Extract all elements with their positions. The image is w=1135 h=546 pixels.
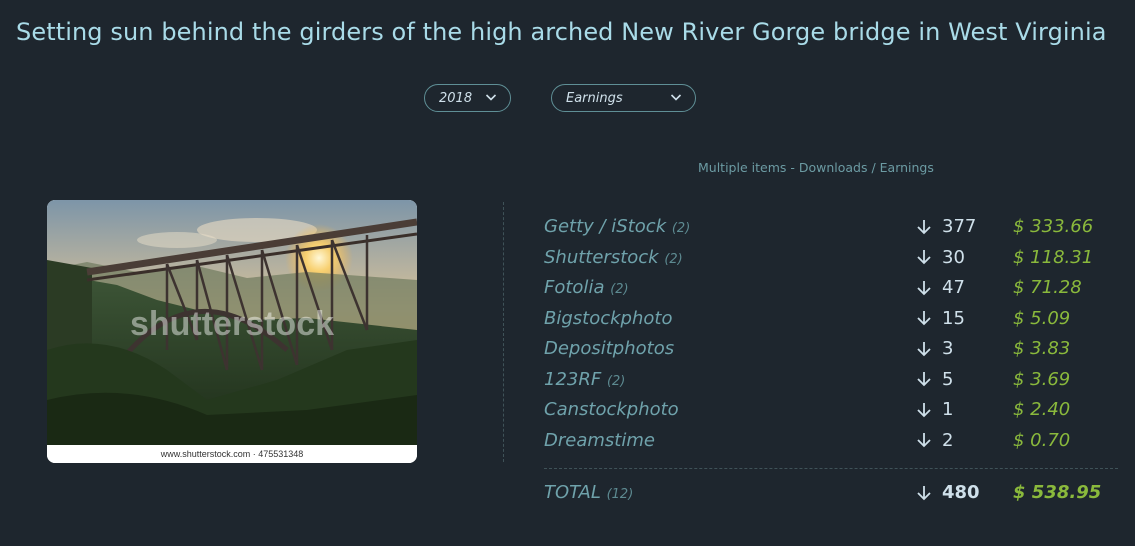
agency-downloads-value: 15 [942,307,965,329]
total-row: TOTAL (12) 480 $ 538.95 [544,482,1118,512]
agency-earnings: $ 3.69 [1013,368,1071,390]
agency-downloads: 3 [916,338,953,359]
agency-earnings: $ 3.83 [1013,338,1071,359]
agency-name[interactable]: Getty / iStock (2) [544,216,690,237]
total-downloads: 480 [916,482,980,503]
item-thumbnail[interactable]: shutterstock www.shutterstock.com · 4755… [47,200,417,463]
agency-item-count: (2) [664,251,683,267]
agency-row: Shutterstock (2) 30 $ 118.31 [544,247,1118,278]
arrow-down-icon [917,311,931,326]
agency-earnings: $ 0.70 [1013,429,1071,451]
watermark: shutterstock [130,305,334,343]
agency-downloads-value: 30 [942,246,965,268]
agency-downloads: 5 [916,369,953,390]
arrow-down-icon [917,250,931,265]
chevron-down-icon [485,94,497,101]
vertical-divider [503,202,504,462]
agency-name[interactable]: Canstockphoto [544,399,679,420]
agency-item-count: (2) [606,373,626,389]
agency-name[interactable]: Shutterstock (2) [544,247,683,268]
arrow-down-icon [917,219,931,234]
agency-downloads-value: 47 [942,277,965,298]
agency-item-count: (2) [610,282,629,297]
agency-earnings: $ 71.28 [1013,277,1082,298]
agency-earnings: $ 5.09 [1013,307,1071,329]
year-select-value: 2018 [439,90,473,106]
agency-downloads-value: 5 [942,368,954,390]
agency-downloads: 2 [916,430,953,451]
arrow-down-icon [917,402,931,417]
arrow-down-icon [917,280,931,295]
agency-downloads: 15 [916,308,965,329]
agency-row: Getty / iStock (2) 377 $ 333.66 [544,216,1118,247]
agency-name[interactable]: Depositphotos [544,338,674,359]
year-select[interactable]: 2018 [424,84,511,112]
agency-row: 123RF (2) 5 $ 3.69 [544,369,1118,400]
agency-name[interactable]: 123RF (2) [544,369,625,390]
agency-row: Fotolia (2) 47 $ 71.28 [544,277,1118,308]
agency-downloads-value: 3 [942,338,954,359]
page-title: Setting sun behind the girders of the hi… [16,18,1107,46]
agency-earnings: $ 2.40 [1013,399,1071,420]
agency-downloads: 47 [916,277,965,298]
agency-downloads: 377 [916,216,976,237]
table-subheading: Multiple items - Downloads / Earnings [698,160,934,175]
bridge-photo: shutterstock [47,200,417,445]
agency-table: Getty / iStock (2) 377 $ 333.66 Shutterstoc… [544,216,1118,460]
image-caption: www.shutterstock.com · 475531348 [47,445,417,463]
metric-select[interactable]: Earnings [551,84,696,112]
chevron-down-icon [670,94,682,101]
total-earnings: $ 538.95 [1013,482,1102,503]
arrow-down-icon [917,433,931,448]
total-divider [544,468,1118,469]
agency-name[interactable]: Dreamstime [544,430,655,451]
total-label: TOTAL (12) [544,482,634,503]
agency-downloads: 30 [916,247,965,268]
agency-downloads: 1 [916,399,953,420]
agency-name[interactable]: Fotolia (2) [544,277,629,298]
agency-row: Dreamstime 2 $ 0.70 [544,430,1118,461]
total-downloads-value: 480 [942,482,980,503]
arrow-down-icon [917,372,931,387]
arrow-down-icon [917,485,931,500]
agency-downloads-value: 1 [942,399,954,420]
agency-row: Canstockphoto 1 $ 2.40 [544,399,1118,430]
agency-row: Depositphotos 3 $ 3.83 [544,338,1118,369]
agency-row: Bigstockphoto 15 $ 5.09 [544,308,1118,339]
arrow-down-icon [917,341,931,356]
agency-earnings: $ 333.66 [1013,216,1094,237]
total-item-count: (12) [606,487,634,502]
agency-downloads-value: 377 [942,216,977,237]
agency-name[interactable]: Bigstockphoto [544,308,672,329]
agency-item-count: (2) [671,221,691,236]
agency-downloads-value: 2 [942,429,954,451]
agency-earnings: $ 118.31 [1013,246,1094,268]
metric-select-value: Earnings [566,90,623,106]
